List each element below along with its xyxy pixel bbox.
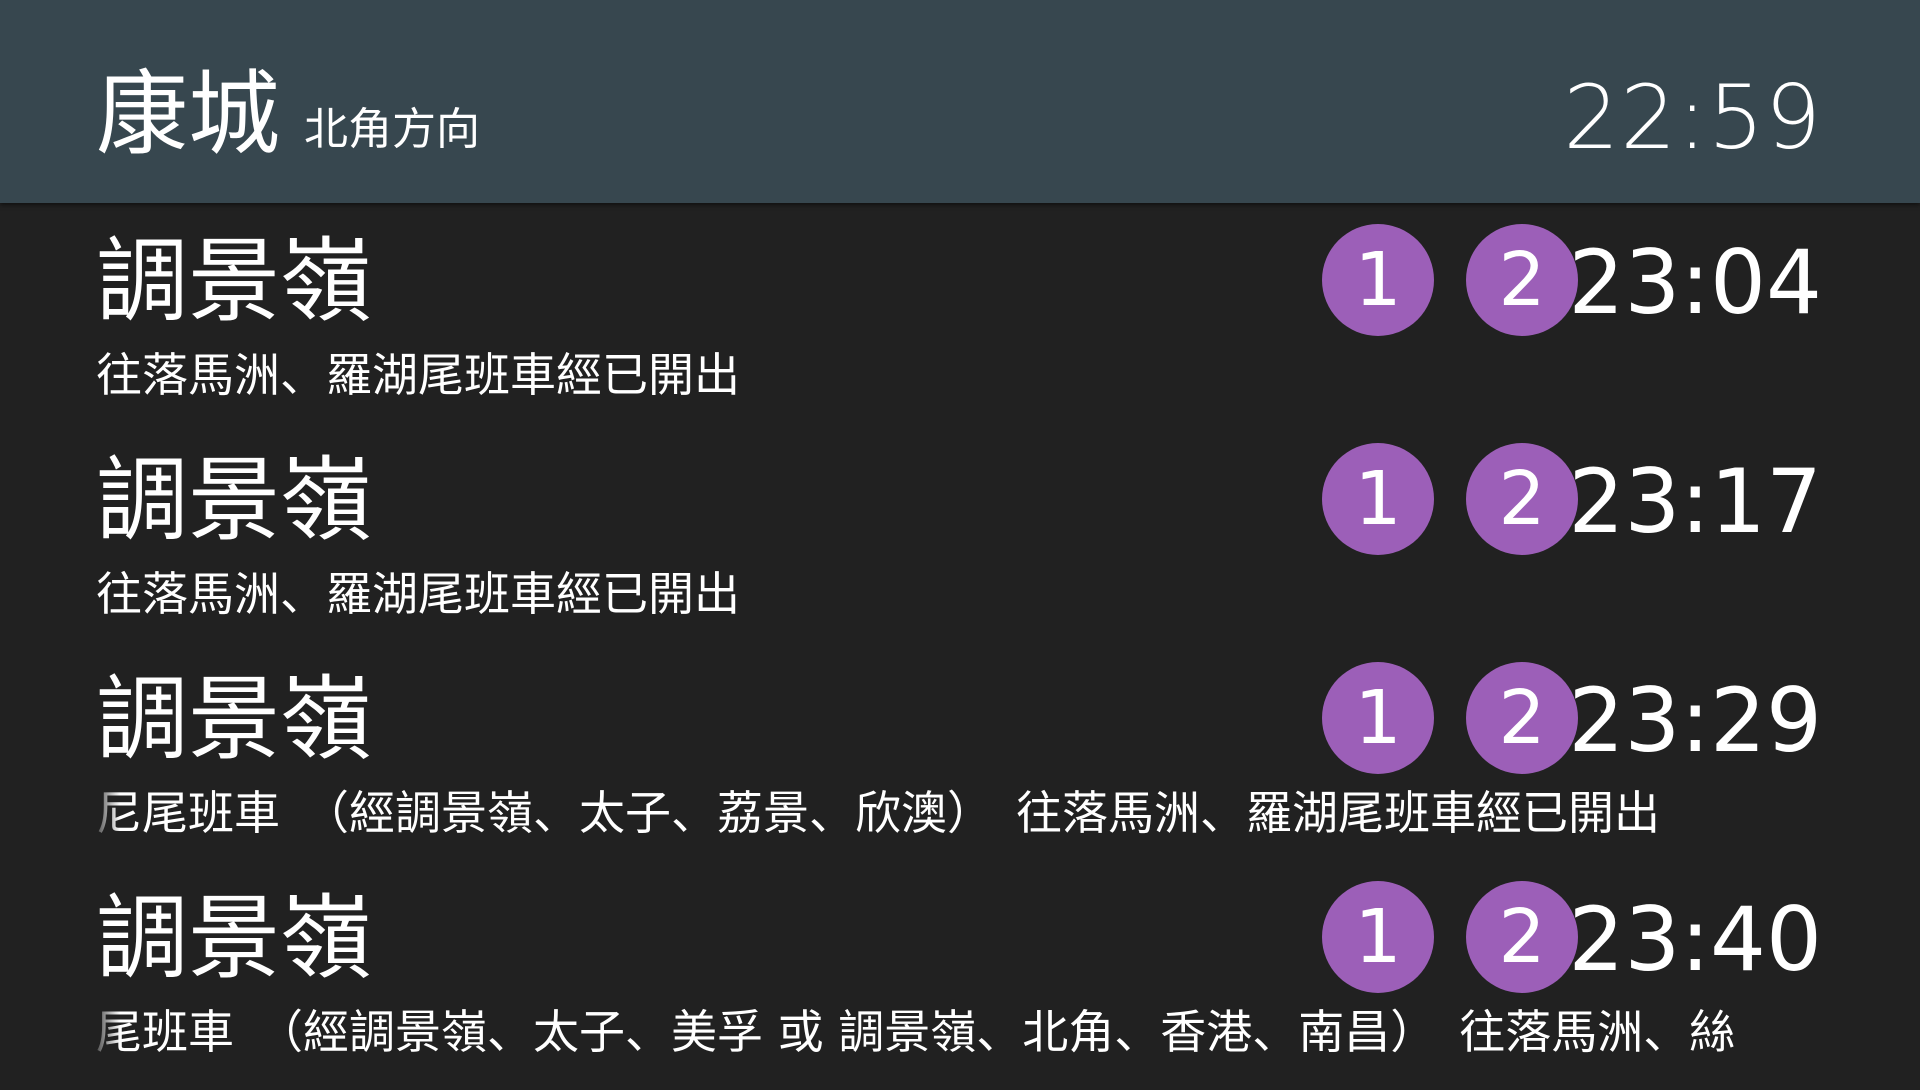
departure-row: 調景嶺 1 2 23:04 往落馬洲、羅湖尾班車經已開出: [0, 214, 1920, 433]
platform-badge: 1: [1322, 881, 1434, 993]
platform-badge: 1: [1322, 662, 1434, 774]
message-text: 往落馬洲、羅湖尾班車經已開出: [96, 348, 740, 402]
message-ticker: 尾班車 （經調景嶺、太子、美孚 或 調景嶺、北角、香港、南昌） 往落馬洲、絲: [96, 999, 1826, 1065]
departure-time: 23:40: [1568, 888, 1822, 991]
message-text: 往落馬洲、羅湖尾班車經已開出: [96, 567, 740, 621]
destination: 調景嶺: [96, 447, 373, 554]
departure-row: 調景嶺 1 2 23:17 往落馬洲、羅湖尾班車經已開出: [0, 433, 1920, 652]
departure-row: 調景嶺 1 2 23:29 尼尾班車 （經調景嶺、太子、荔景、欣澳） 往落馬洲、…: [0, 652, 1920, 871]
platform-badge: 2: [1466, 881, 1578, 993]
platform-badge: 2: [1466, 443, 1578, 555]
direction-label: 北角方向: [304, 104, 480, 155]
message-text: 尼尾班車 （經調景嶺、太子、荔景、欣澳） 往落馬洲、羅湖尾班車經已開出: [96, 786, 1660, 840]
current-time: 22:59: [1563, 66, 1822, 169]
destination: 調景嶺: [96, 666, 373, 773]
departure-time: 23:29: [1568, 669, 1822, 772]
message-ticker: 往落馬洲、羅湖尾班車經已開出: [96, 561, 1826, 627]
destination: 調景嶺: [96, 228, 373, 335]
station-name: 康城: [96, 61, 281, 168]
destination: 調景嶺: [96, 885, 373, 992]
message-ticker: 往落馬洲、羅湖尾班車經已開出: [96, 342, 1826, 408]
platform-badge: 2: [1466, 662, 1578, 774]
station-header: 康城 北角方向 22:59: [0, 0, 1920, 203]
platform-badge: 1: [1322, 224, 1434, 336]
platform-badge: 2: [1466, 224, 1578, 336]
departure-row: 調景嶺 1 2 23:40 尾班車 （經調景嶺、太子、美孚 或 調景嶺、北角、香…: [0, 871, 1920, 1090]
message-ticker: 尼尾班車 （經調景嶺、太子、荔景、欣澳） 往落馬洲、羅湖尾班車經已開出: [96, 780, 1826, 846]
departure-time: 23:04: [1568, 231, 1822, 334]
message-text: 尾班車 （經調景嶺、太子、美孚 或 調景嶺、北角、香港、南昌） 往落馬洲、絲: [96, 1005, 1736, 1059]
platform-badge: 1: [1322, 443, 1434, 555]
departure-time: 23:17: [1568, 450, 1822, 553]
